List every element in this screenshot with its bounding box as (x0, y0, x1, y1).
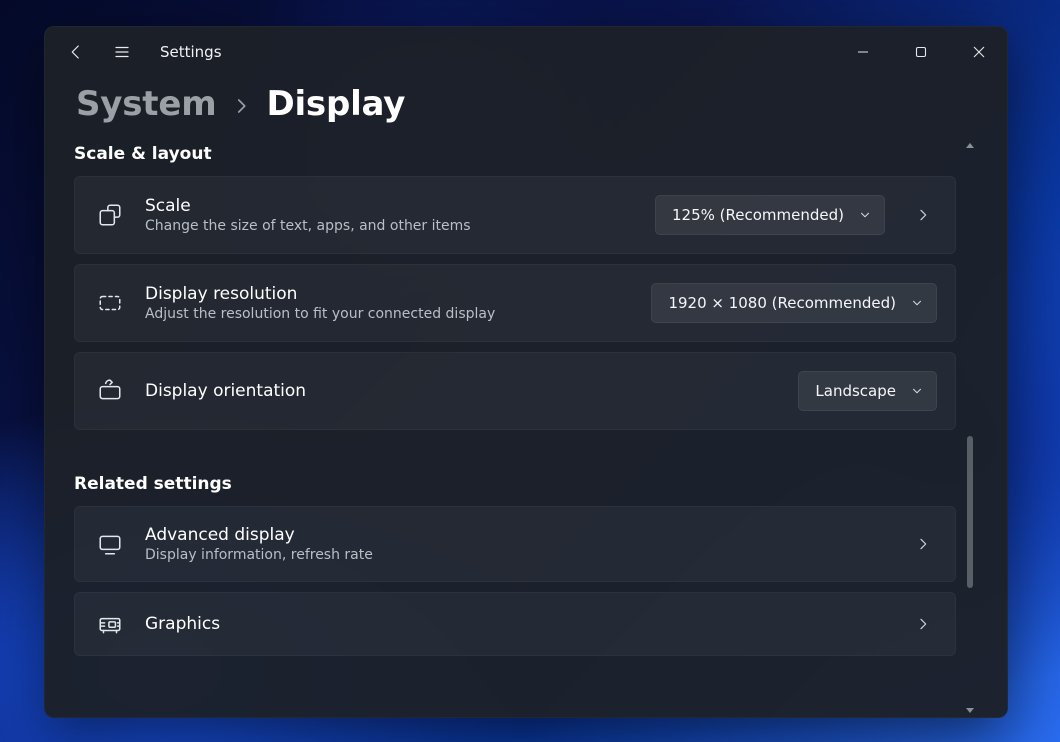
breadcrumb: System Display (74, 78, 978, 138)
dropdown-value: 1920 × 1080 (Recommended) (668, 294, 896, 312)
resolution-dropdown[interactable]: 1920 × 1080 (Recommended) (651, 283, 937, 323)
settings-window: Settings System Display Scale & layout (44, 26, 1008, 718)
orientation-icon (93, 378, 127, 404)
dropdown-value: 125% (Recommended) (672, 206, 844, 224)
setting-subtitle: Adjust the resolution to fit your connec… (145, 306, 633, 322)
graphics-icon (93, 611, 127, 637)
setting-title: Scale (145, 196, 637, 216)
scrollbar[interactable] (962, 138, 978, 718)
window-title: Settings (160, 43, 222, 61)
scale-dropdown[interactable]: 125% (Recommended) (655, 195, 885, 235)
monitor-icon (93, 531, 127, 557)
setting-text: Scale Change the size of text, apps, and… (145, 196, 637, 234)
setting-subtitle: Change the size of text, apps, and other… (145, 218, 637, 234)
section-heading-scale-layout: Scale & layout (74, 144, 956, 164)
setting-row-advanced-display[interactable]: Advanced display Display information, re… (74, 506, 956, 582)
content-area: System Display Scale & layout Sca (44, 78, 1008, 718)
setting-row-resolution[interactable]: Display resolution Adjust the resolution… (74, 264, 956, 342)
settings-list: Scale & layout Scale Change the size of … (74, 138, 962, 718)
maximize-button[interactable] (892, 26, 950, 78)
dropdown-value: Landscape (815, 382, 896, 400)
setting-row-orientation[interactable]: Display orientation Landscape (74, 352, 956, 430)
setting-text: Graphics (145, 614, 885, 634)
scrollbar-up-icon[interactable] (962, 138, 978, 154)
chevron-right-icon (909, 207, 937, 223)
setting-text: Advanced display Display information, re… (145, 525, 885, 563)
chevron-right-icon (909, 536, 937, 552)
chevron-right-icon (909, 616, 937, 632)
close-button[interactable] (950, 26, 1008, 78)
orientation-dropdown[interactable]: Landscape (798, 371, 937, 411)
chevron-down-icon (910, 384, 924, 398)
titlebar: Settings (44, 26, 1008, 78)
setting-title: Display resolution (145, 284, 633, 304)
setting-row-scale[interactable]: Scale Change the size of text, apps, and… (74, 176, 956, 254)
scale-icon (93, 202, 127, 228)
breadcrumb-current: Display (266, 84, 405, 124)
setting-title: Advanced display (145, 525, 885, 545)
scrollbar-down-icon[interactable] (962, 702, 978, 718)
back-button[interactable] (58, 34, 94, 70)
section-heading-related: Related settings (74, 474, 956, 494)
scroll-region: Scale & layout Scale Change the size of … (74, 138, 978, 718)
chevron-right-icon (232, 97, 250, 115)
setting-title: Display orientation (145, 381, 780, 401)
setting-text: Display resolution Adjust the resolution… (145, 284, 633, 322)
breadcrumb-parent[interactable]: System (76, 84, 216, 124)
setting-title: Graphics (145, 614, 885, 634)
setting-text: Display orientation (145, 381, 780, 401)
chevron-down-icon (910, 296, 924, 310)
resolution-icon (93, 290, 127, 316)
setting-subtitle: Display information, refresh rate (145, 547, 885, 563)
setting-row-graphics[interactable]: Graphics (74, 592, 956, 656)
scrollbar-thumb[interactable] (967, 436, 973, 588)
chevron-down-icon (858, 208, 872, 222)
window-controls (834, 26, 1008, 78)
minimize-button[interactable] (834, 26, 892, 78)
hamburger-button[interactable] (104, 34, 140, 70)
